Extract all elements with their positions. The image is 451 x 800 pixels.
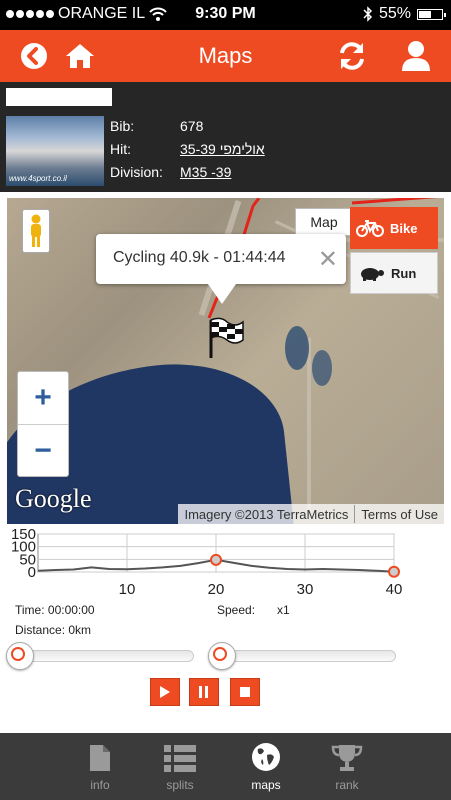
play-button[interactable]	[150, 678, 180, 706]
athlete-photo[interactable]: www.4sport.co.il	[6, 116, 104, 186]
user-icon	[402, 41, 430, 71]
division-row: Division: M35 -39	[110, 164, 231, 180]
tab-info-label: info	[90, 778, 110, 792]
info-window-text: Cycling 40.9k - 01:44:44	[113, 249, 286, 266]
division-label: Division:	[110, 164, 163, 180]
bottom-tab-bar: info splits maps rank	[0, 733, 451, 800]
battery-icon	[417, 8, 446, 20]
elevation-chart[interactable]: 15010050010 20 30 40	[6, 528, 406, 600]
run-mode-button[interactable]: Run	[350, 252, 438, 294]
app-header: Maps	[0, 30, 451, 82]
google-logo: Google	[15, 484, 92, 513]
hit-label: Hit:	[110, 141, 131, 157]
document-icon	[90, 745, 110, 771]
zoom-control: + −	[17, 371, 69, 477]
stop-icon	[240, 687, 250, 697]
zoom-out-button[interactable]: −	[18, 424, 68, 477]
x-tick-label: 40	[386, 581, 403, 598]
division-link[interactable]: M35 -39	[180, 164, 231, 180]
progress-slider[interactable]	[6, 640, 198, 672]
time-readout: Time: 00:00:00	[15, 603, 95, 617]
zoom-in-button[interactable]: +	[18, 372, 68, 424]
turtle-icon	[361, 268, 384, 281]
x-tick-label: 20	[208, 581, 225, 598]
user-button[interactable]	[398, 38, 434, 74]
x-tick-label: 10	[119, 581, 136, 598]
trophy-icon	[331, 745, 363, 771]
tab-rank-label: rank	[335, 778, 359, 792]
chart-marker	[388, 565, 400, 578]
hit-row: Hit: 35-39 אולימפי	[110, 141, 265, 157]
hit-link[interactable]: 35-39 אולימפי	[180, 141, 265, 157]
y-tick-label: 0	[28, 564, 36, 581]
distance-readout: Distance: 0km	[15, 623, 92, 637]
pause-icon	[199, 686, 208, 698]
tab-rank[interactable]: rank	[307, 733, 387, 800]
bluetooth-icon	[363, 6, 373, 22]
info-window: Cycling 40.9k - 01:44:44 ✕	[96, 234, 346, 304]
refresh-icon	[340, 42, 364, 70]
bike-mode-button[interactable]: Bike	[350, 207, 438, 249]
speed-value: x1	[277, 603, 290, 617]
tab-info[interactable]: info	[60, 733, 140, 800]
bicycle-icon	[356, 220, 384, 237]
athlete-name	[6, 88, 112, 106]
progress-slider-track[interactable]	[16, 650, 194, 662]
tab-splits-label: splits	[166, 778, 194, 792]
x-tick-label: 30	[297, 581, 314, 598]
speed-slider-thumb[interactable]	[208, 642, 236, 670]
map-attribution: Imagery ©2013 TerraMetrics Terms of Use	[178, 504, 444, 524]
bib-row: Bib: 678	[110, 118, 203, 134]
athlete-panel: www.4sport.co.il Bib: 678 Hit: 35-39 אול…	[0, 82, 451, 192]
page-title: Maps	[198, 43, 253, 68]
map-view[interactable]: Map Bike Run Cycling 40.9k - 01:44:44 ✕	[7, 198, 444, 524]
speed-slider-track[interactable]	[218, 650, 396, 662]
stop-button[interactable]	[230, 678, 260, 706]
finish-flag-icon[interactable]	[207, 316, 245, 365]
bike-mode-label: Bike	[390, 220, 418, 236]
battery-percent: 55%	[378, 5, 411, 22]
imagery-credit: Imagery ©2013 TerraMetrics	[184, 506, 349, 522]
bib-label: Bib:	[110, 118, 135, 134]
globe-icon	[252, 743, 280, 771]
chart-marker	[210, 553, 222, 566]
tab-maps-label: maps	[251, 778, 281, 792]
map-type-button[interactable]: Map	[295, 208, 353, 236]
terms-link[interactable]: Terms of Use	[355, 507, 444, 522]
status-bar: ORANGE IL 9:30 PM 55%	[0, 0, 451, 30]
speed-slider[interactable]	[208, 640, 400, 672]
play-icon	[160, 686, 170, 698]
pause-button[interactable]	[189, 678, 219, 706]
progress-slider-thumb[interactable]	[6, 642, 34, 670]
pegman-icon	[31, 214, 41, 247]
close-icon[interactable]: ✕	[318, 245, 338, 274]
bib-value: 678	[180, 118, 204, 134]
tab-maps[interactable]: maps	[226, 733, 306, 800]
street-view-button[interactable]	[22, 209, 50, 253]
refresh-button[interactable]	[334, 38, 370, 74]
run-mode-label: Run	[391, 265, 417, 281]
tab-splits[interactable]: splits	[140, 733, 220, 800]
photo-caption: www.4sport.co.il	[9, 174, 67, 183]
list-icon	[164, 745, 196, 772]
speed-label: Speed:	[217, 603, 256, 617]
